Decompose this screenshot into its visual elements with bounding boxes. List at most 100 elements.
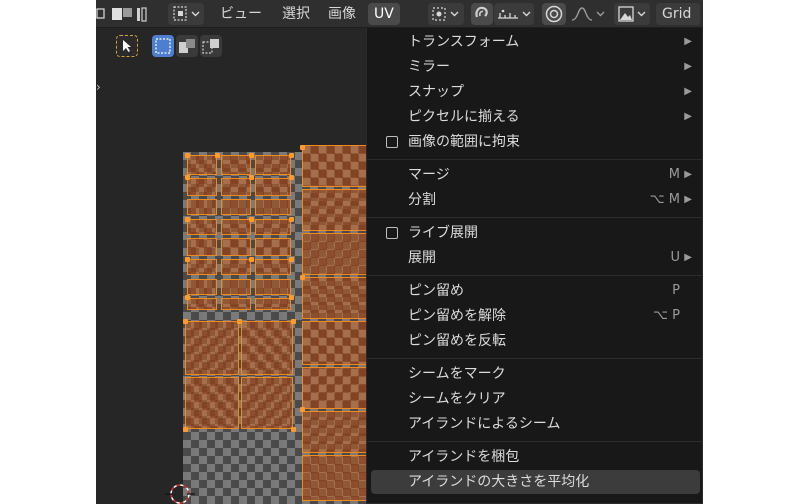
- menu-item-split[interactable]: 分割 ⌥ M ▶: [371, 188, 700, 212]
- pivot-point-icon[interactable]: [428, 3, 464, 25]
- editor-type-icon[interactable]: [96, 3, 106, 25]
- uv-island[interactable]: [187, 155, 217, 175]
- menu-item-transform[interactable]: トランスフォーム ▶: [371, 30, 700, 54]
- menu-item-average-islands-scale[interactable]: アイランドの大きさを平均化: [371, 470, 700, 494]
- menu-item-mirror[interactable]: ミラー ▶: [371, 55, 700, 79]
- menu-item-pin[interactable]: ピン留め P: [371, 279, 700, 303]
- uv-island[interactable]: [221, 259, 251, 275]
- menu-item-live-unwrap[interactable]: ライブ展開: [371, 221, 700, 245]
- uv-vertex[interactable]: [249, 175, 254, 180]
- uv-island[interactable]: [185, 377, 239, 429]
- uv-vertex[interactable]: [291, 319, 296, 324]
- uv-island[interactable]: [187, 199, 217, 215]
- uv-vertex[interactable]: [185, 217, 190, 222]
- uv-vertex[interactable]: [185, 295, 190, 300]
- select-subtract-icon[interactable]: [200, 35, 222, 57]
- uv-island[interactable]: [302, 233, 368, 275]
- uv-island[interactable]: [255, 219, 291, 235]
- menu-uv[interactable]: UV: [368, 3, 400, 25]
- uv-vertex[interactable]: [185, 175, 190, 180]
- uv-island[interactable]: [302, 277, 368, 319]
- menu-image[interactable]: 画像: [322, 3, 362, 25]
- image-icon[interactable]: [614, 3, 650, 25]
- uv-island[interactable]: [221, 178, 251, 196]
- uv-island[interactable]: [255, 178, 291, 196]
- uv-island[interactable]: [302, 455, 368, 501]
- uv-island[interactable]: [302, 321, 368, 365]
- uv-vertex[interactable]: [289, 153, 294, 158]
- uv-island[interactable]: [187, 238, 217, 256]
- falloff-curve-icon[interactable]: [568, 3, 608, 25]
- uv-island[interactable]: [255, 279, 291, 295]
- uv-island[interactable]: [221, 155, 251, 175]
- select-new-icon[interactable]: [152, 35, 174, 57]
- menu-item-unpin[interactable]: ピン留めを解除 ⌥ P: [371, 304, 700, 328]
- menu-item-constrain-to-image-bounds[interactable]: 画像の範囲に拘束: [371, 130, 700, 154]
- uv-island[interactable]: [185, 321, 239, 375]
- uv-island[interactable]: [302, 145, 368, 187]
- uv-vertex[interactable]: [249, 257, 254, 262]
- uv-island[interactable]: [221, 298, 251, 310]
- uv-vertex[interactable]: [237, 319, 242, 324]
- menu-item-clear-seam[interactable]: シームをクリア: [371, 387, 700, 411]
- uv-vertex[interactable]: [249, 153, 254, 158]
- uv-cursor-icon[interactable]: [165, 479, 195, 504]
- magnet-icon[interactable]: [471, 3, 493, 25]
- uv-island[interactable]: [221, 219, 251, 235]
- snap-increment-icon[interactable]: [494, 3, 534, 25]
- uv-island[interactable]: [255, 259, 291, 275]
- select-extend-icon[interactable]: [176, 35, 198, 57]
- uv-island[interactable]: [241, 321, 293, 375]
- uv-vertex[interactable]: [289, 295, 294, 300]
- image-name-field[interactable]: Grid: [656, 3, 700, 25]
- uv-island[interactable]: [302, 189, 368, 231]
- proportional-edit-icon[interactable]: [542, 3, 566, 25]
- uv-island[interactable]: [187, 219, 217, 235]
- cursor-arrow-icon[interactable]: [116, 35, 138, 57]
- menu-item-seams-from-islands[interactable]: アイランドによるシーム: [371, 412, 700, 436]
- uv-island[interactable]: [221, 279, 251, 295]
- uv-vertex[interactable]: [300, 145, 305, 150]
- uv-island[interactable]: [255, 238, 291, 256]
- menu-item-unwrap[interactable]: 展開 U ▶: [371, 246, 700, 270]
- uv-vertex[interactable]: [300, 275, 305, 280]
- uv-island[interactable]: [255, 155, 291, 175]
- menu-item-mark-seam[interactable]: シームをマーク: [371, 362, 700, 386]
- checkbox-icon[interactable]: [386, 136, 398, 148]
- shortcut-label: ⌥ P: [653, 308, 680, 323]
- uv-vertex[interactable]: [289, 217, 294, 222]
- menu-item-merge[interactable]: マージ M ▶: [371, 163, 700, 187]
- uv-vertex[interactable]: [289, 175, 294, 180]
- uv-island[interactable]: [187, 259, 217, 275]
- uv-vertex[interactable]: [215, 153, 220, 158]
- menu-separator: [367, 441, 702, 442]
- sticky-selection-icon[interactable]: [168, 3, 204, 25]
- uv-vertex[interactable]: [185, 153, 190, 158]
- uv-island[interactable]: [255, 298, 291, 310]
- menu-item-snap[interactable]: スナップ ▶: [371, 80, 700, 104]
- menu-item-snap-to-pixels[interactable]: ピクセルに揃える ▶: [371, 105, 700, 129]
- menu-view[interactable]: ビュー: [214, 3, 268, 25]
- uv-island[interactable]: [241, 377, 293, 429]
- select-mode-icon[interactable]: [110, 3, 150, 25]
- uv-vertex[interactable]: [289, 257, 294, 262]
- uv-island[interactable]: [302, 367, 368, 409]
- uv-island[interactable]: [302, 411, 368, 453]
- checkbox-icon[interactable]: [386, 227, 398, 239]
- uv-vertex[interactable]: [300, 407, 305, 412]
- uv-island[interactable]: [187, 279, 217, 295]
- uv-vertex[interactable]: [249, 217, 254, 222]
- sidebar-toggle-icon[interactable]: ›: [96, 80, 106, 96]
- uv-vertex[interactable]: [185, 257, 190, 262]
- uv-island[interactable]: [255, 199, 291, 215]
- uv-island[interactable]: [221, 238, 251, 256]
- menu-item-pack-islands[interactable]: アイランドを梱包: [371, 445, 700, 469]
- uv-island[interactable]: [187, 178, 217, 196]
- uv-vertex[interactable]: [183, 319, 188, 324]
- menu-select[interactable]: 選択: [276, 3, 316, 25]
- uv-island[interactable]: [187, 298, 217, 310]
- uv-island[interactable]: [221, 199, 251, 215]
- menu-item-invert-pins[interactable]: ピン留めを反転: [371, 329, 700, 353]
- uv-vertex[interactable]: [291, 427, 296, 432]
- uv-vertex[interactable]: [183, 427, 188, 432]
